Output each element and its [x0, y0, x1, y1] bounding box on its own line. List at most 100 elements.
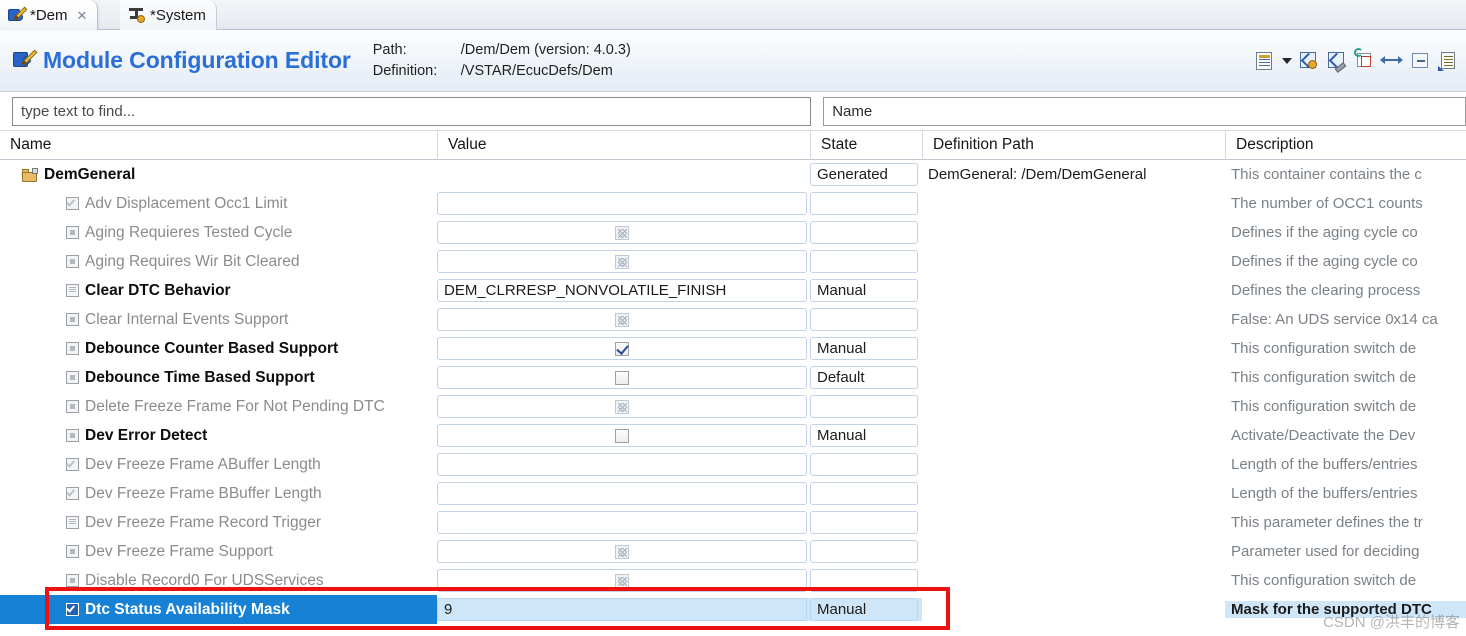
table-row[interactable]: Delete Freeze Frame For Not Pending DTC T… [0, 392, 1466, 421]
row-name-cell[interactable]: Dev Freeze Frame Record Trigger [0, 508, 437, 537]
report-document-icon[interactable] [1254, 50, 1276, 72]
table-row[interactable]: Debounce Counter Based Support Manual This… [0, 334, 1466, 363]
path-label: Path: [372, 41, 407, 58]
row-name-cell[interactable]: Delete Freeze Frame For Not Pending DTC [0, 392, 437, 421]
row-description-cell: Mask for the supported DTC [1225, 601, 1466, 618]
column-header-description[interactable]: Description [1225, 130, 1466, 160]
value-field[interactable] [437, 366, 807, 389]
row-value-cell[interactable] [437, 308, 810, 331]
value-field[interactable] [437, 395, 807, 418]
table-row[interactable]: Dtc Status Availability Mask 9 Manual Mask … [0, 595, 1466, 624]
column-header-value[interactable]: Value [437, 130, 810, 160]
module-puzzle-icon [13, 49, 38, 72]
row-name-cell[interactable]: Debounce Time Based Support [0, 363, 437, 392]
value-field[interactable] [437, 540, 807, 563]
table-row[interactable]: Clear DTC Behavior DEM_CLRRESP_NONVOLATIL… [0, 276, 1466, 305]
value-field[interactable] [437, 482, 807, 505]
row-value-cell[interactable] [437, 453, 810, 476]
value-field[interactable] [437, 192, 807, 215]
configure-link-icon[interactable] [1298, 50, 1320, 72]
value-checkbox[interactable] [615, 399, 629, 414]
row-name-cell[interactable]: Adv Displacement Occ1 Limit [0, 189, 437, 218]
show-properties-icon[interactable] [1438, 50, 1460, 72]
table-row[interactable]: Dev Freeze Frame Support Parameter used f… [0, 537, 1466, 566]
row-name-cell[interactable]: Aging Requires Wir Bit Cleared [0, 247, 437, 276]
tab-dem-label: *Dem [30, 6, 68, 24]
row-name-cell[interactable]: Dev Freeze Frame ABuffer Length [0, 450, 437, 479]
row-value-cell[interactable] [437, 569, 810, 592]
row-name-cell[interactable]: Dtc Status Availability Mask [0, 595, 437, 624]
value-checkbox[interactable] [615, 370, 629, 385]
value-checkbox[interactable] [615, 312, 629, 327]
table-row[interactable]: Dev Freeze Frame Record Trigger This para… [0, 508, 1466, 537]
row-value-cell[interactable] [437, 221, 810, 244]
chevron-down-icon[interactable] [1282, 57, 1292, 64]
row-value-cell[interactable] [437, 337, 810, 360]
row-name-cell[interactable]: Dev Freeze Frame Support [0, 537, 437, 566]
fit-width-icon[interactable] [1380, 50, 1404, 72]
value-checkbox[interactable] [615, 225, 629, 240]
param-bool-icon [66, 574, 79, 587]
table-row[interactable]: Aging Requieres Tested Cycle Defines if t… [0, 218, 1466, 247]
row-name-cell[interactable]: Dev Error Detect [0, 421, 437, 450]
row-value-cell[interactable] [437, 482, 810, 505]
row-state-cell: Manual [810, 279, 922, 302]
value-field[interactable] [437, 511, 807, 534]
column-header-name[interactable]: Name [0, 130, 437, 160]
value-field[interactable] [437, 308, 807, 331]
value-field[interactable] [437, 221, 807, 244]
row-name-cell[interactable]: Disable Record0 For UDSServices [0, 566, 437, 595]
value-field[interactable]: DEM_CLRRESP_NONVOLATILE_FINISH [437, 279, 807, 302]
row-value-cell[interactable] [437, 163, 810, 186]
row-value-cell[interactable] [437, 511, 810, 534]
value-checkbox[interactable] [615, 544, 629, 559]
table-row[interactable]: DemGeneral Generated DemGeneral: /Dem/DemG… [0, 160, 1466, 189]
parameter-table: Name Value State Definition Path Descrip… [0, 130, 1466, 630]
row-value-cell[interactable]: DEM_CLRRESP_NONVOLATILE_FINISH [437, 279, 810, 302]
table-row[interactable]: Dev Freeze Frame BBuffer Length Length of… [0, 479, 1466, 508]
name-filter-input[interactable]: Name [823, 97, 1466, 126]
row-name-label: Dev Freeze Frame ABuffer Length [85, 455, 321, 473]
row-value-cell[interactable] [437, 424, 810, 447]
value-field[interactable] [437, 569, 807, 592]
value-checkbox[interactable] [615, 254, 629, 269]
table-row[interactable]: Disable Record0 For UDSServices This conf… [0, 566, 1466, 595]
value-checkbox[interactable] [615, 428, 629, 443]
row-name-cell[interactable]: Aging Requieres Tested Cycle [0, 218, 437, 247]
row-name-cell[interactable]: Debounce Counter Based Support [0, 334, 437, 363]
tab-system[interactable]: *System [120, 0, 217, 30]
value-field[interactable] [437, 337, 807, 360]
value-field[interactable] [437, 250, 807, 273]
state-badge [810, 540, 918, 563]
clean-link-icon[interactable] [1326, 50, 1348, 73]
search-input[interactable]: type text to find... [12, 97, 812, 126]
table-row[interactable]: Debounce Time Based Support Default This c… [0, 363, 1466, 392]
row-value-cell[interactable]: 9 [437, 598, 810, 621]
value-field[interactable]: 9 [437, 598, 807, 621]
tab-dem[interactable]: *Dem ✕ [0, 0, 99, 30]
column-header-definition-path[interactable]: Definition Path [922, 130, 1225, 160]
row-value-cell[interactable] [437, 540, 810, 563]
row-value-cell[interactable] [437, 395, 810, 418]
row-value-cell[interactable] [437, 366, 810, 389]
value-field[interactable] [437, 424, 807, 447]
close-icon[interactable]: ✕ [77, 9, 88, 22]
row-name-cell[interactable]: Dev Freeze Frame BBuffer Length [0, 479, 437, 508]
table-row[interactable]: Adv Displacement Occ1 Limit The number of… [0, 189, 1466, 218]
row-name-cell[interactable]: Clear Internal Events Support [0, 305, 437, 334]
param-check-icon [66, 603, 79, 616]
row-name-cell[interactable]: DemGeneral [0, 160, 437, 189]
table-row[interactable]: Dev Freeze Frame ABuffer Length Length of… [0, 450, 1466, 479]
row-value-cell[interactable] [437, 192, 810, 215]
column-header-state[interactable]: State [810, 130, 922, 160]
value-checkbox[interactable] [615, 573, 629, 588]
row-name-cell[interactable]: Clear DTC Behavior [0, 276, 437, 305]
row-value-cell[interactable] [437, 250, 810, 273]
table-row[interactable]: Aging Requires Wir Bit Cleared Defines if… [0, 247, 1466, 276]
table-row[interactable]: Dev Error Detect Manual Activate/Deactivat… [0, 421, 1466, 450]
collapse-all-icon[interactable] [1410, 50, 1432, 72]
table-row[interactable]: Clear Internal Events Support False: An U… [0, 305, 1466, 334]
refresh-table-icon[interactable] [1354, 47, 1376, 72]
value-checkbox[interactable] [615, 341, 629, 356]
value-field[interactable] [437, 453, 807, 476]
